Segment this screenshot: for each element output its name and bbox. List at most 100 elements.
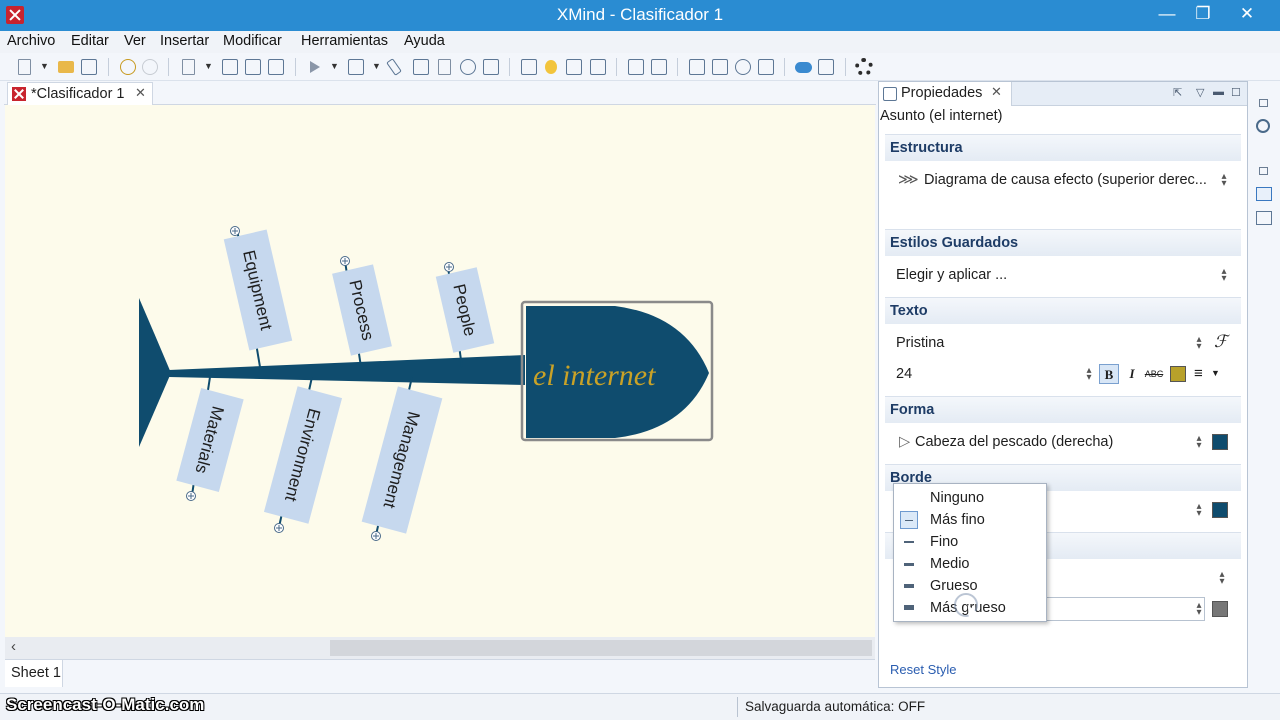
subtopic-icon[interactable] <box>222 59 238 75</box>
saved-style-select[interactable]: Elegir y aplicar ... <box>896 267 1007 283</box>
align-icon[interactable]: ≡ <box>1194 365 1203 382</box>
scroll-left-icon[interactable]: ‹ <box>11 638 16 655</box>
outline-icon[interactable] <box>590 59 606 75</box>
open-folder-icon[interactable] <box>58 61 74 73</box>
panel-maximize-icon[interactable]: ☐ <box>1231 86 1241 99</box>
properties-header: Propiedades ✕ ⇱ ▽ ▬ ☐ <box>879 82 1247 106</box>
parent-topic-icon[interactable] <box>245 59 261 75</box>
relationship-icon[interactable] <box>413 59 429 75</box>
option-ninguno[interactable]: Ninguno <box>894 487 1046 509</box>
menu-ayuda[interactable]: Ayuda <box>404 33 445 49</box>
insert-topic-dropdown-icon[interactable]: ▼ <box>204 61 213 71</box>
option-medio[interactable]: Medio <box>894 553 1046 575</box>
restore-icon[interactable] <box>1259 99 1268 107</box>
menu-editar[interactable]: Editar <box>71 33 109 49</box>
shape-spinner-icon[interactable]: ▴ ▾ <box>1194 434 1204 451</box>
mind-map-canvas[interactable]: Equipment Process People Materials Envir… <box>5 105 875 637</box>
option-fino[interactable]: Fino <box>894 531 1046 553</box>
font-family-select[interactable]: Pristina <box>896 335 944 351</box>
strikethrough-button[interactable]: ABC <box>1144 364 1164 384</box>
menu-insertar[interactable]: Insertar <box>160 33 209 49</box>
share-icon[interactable] <box>818 59 834 75</box>
pin-icon[interactable]: ⇱ <box>1173 86 1182 99</box>
line-width-field[interactable] <box>1039 597 1205 621</box>
panel-minimize-icon[interactable]: ▬ <box>1213 86 1224 98</box>
section-forma[interactable]: Forma <box>885 396 1241 423</box>
view-menu-icon[interactable]: ▽ <box>1196 86 1204 99</box>
new-file-icon[interactable] <box>18 59 31 75</box>
reset-style-link[interactable]: Reset Style <box>890 662 956 677</box>
close-button[interactable]: ✕ <box>1226 0 1268 31</box>
outline-view-icon[interactable] <box>1256 211 1272 225</box>
watermark: Screencast-O-Matic.com <box>6 695 205 714</box>
structure-spinner-icon[interactable]: ▴ ▾ <box>1219 172 1229 189</box>
text-color-swatch[interactable] <box>1170 366 1186 382</box>
menu-ver[interactable]: Ver <box>124 33 146 49</box>
shape-type-icon: ▷ <box>899 434 911 450</box>
font-size-spinner-icon[interactable]: ▴ ▾ <box>1084 366 1094 383</box>
option-mas-fino[interactable]: Más fino <box>894 509 1046 531</box>
image-dropdown-icon[interactable]: ▼ <box>372 61 381 71</box>
section-estilos-guardados[interactable]: Estilos Guardados <box>885 229 1241 256</box>
tab-clasificador[interactable]: *Clasificador 1 ✕ <box>7 82 153 105</box>
align-dropdown-icon[interactable]: ▼ <box>1211 368 1220 378</box>
line-width-spinner-icon[interactable]: ▴ ▾ <box>1194 601 1204 618</box>
section-texto[interactable]: Texto <box>885 297 1241 324</box>
tab-close-icon[interactable]: ✕ <box>135 85 146 101</box>
menu-modificar[interactable]: Modificar <box>223 33 282 49</box>
line-width-icon <box>900 533 918 551</box>
new-dropdown-icon[interactable]: ▼ <box>40 61 49 71</box>
zoom-fit-icon[interactable] <box>758 59 774 75</box>
section-forma-title: Forma <box>890 402 935 418</box>
font-family-spinner-icon[interactable]: ▴ ▾ <box>1194 335 1204 352</box>
fish-tail <box>139 298 171 447</box>
drill-up-icon[interactable] <box>651 59 667 75</box>
menu-herramientas[interactable]: Herramientas <box>301 33 388 49</box>
sheet-tab-1[interactable]: Sheet 1 <box>5 660 63 687</box>
floating-topic-icon[interactable] <box>268 59 284 75</box>
saved-style-spinner-icon[interactable]: ▴ ▾ <box>1219 267 1229 284</box>
structure-select[interactable]: Diagrama de causa efecto (superior derec… <box>924 172 1207 188</box>
restore-icon-2[interactable] <box>1259 167 1268 175</box>
redo-icon[interactable] <box>142 59 158 75</box>
scroll-thumb[interactable] <box>330 640 872 656</box>
gear-icon[interactable] <box>855 58 873 76</box>
presentation-dropdown-icon[interactable]: ▼ <box>330 61 339 71</box>
insert-topic-icon[interactable] <box>182 59 195 75</box>
calendar-icon[interactable] <box>712 59 728 75</box>
line-width-icon <box>900 577 918 595</box>
border-color-swatch[interactable] <box>1212 502 1228 518</box>
summary-icon[interactable] <box>566 59 582 75</box>
border-spinner-icon[interactable]: ▴ ▾ <box>1194 502 1204 519</box>
font-dialog-icon[interactable]: ℱ <box>1214 332 1227 352</box>
drill-down-icon[interactable] <box>628 59 644 75</box>
maximize-button[interactable]: ❐ <box>1182 0 1224 31</box>
save-icon[interactable] <box>81 59 97 75</box>
italic-button[interactable]: I <box>1122 364 1142 384</box>
line-spinner-icon[interactable]: ▴ ▾ <box>1217 570 1227 587</box>
shape-select[interactable]: Cabeza del pescado (derecha) <box>915 434 1113 450</box>
hyperlink-icon[interactable] <box>460 59 476 75</box>
canvas-horizontal-scrollbar[interactable]: ‹ <box>5 637 875 659</box>
image-icon[interactable] <box>348 59 364 75</box>
upload-cloud-icon[interactable] <box>795 62 812 73</box>
menu-archivo[interactable]: Archivo <box>7 33 55 49</box>
font-size-select[interactable]: 24 <box>896 366 912 382</box>
note-icon[interactable] <box>438 59 451 75</box>
gantt-icon[interactable] <box>689 59 705 75</box>
label-icon[interactable] <box>483 59 499 75</box>
properties-view-icon[interactable] <box>1256 187 1272 201</box>
shape-color-swatch[interactable] <box>1212 434 1228 450</box>
boundary-icon[interactable] <box>521 59 537 75</box>
section-estructura[interactable]: Estructura <box>885 134 1241 161</box>
tab-propiedades[interactable]: Propiedades ✕ <box>879 82 1012 106</box>
clock-icon[interactable] <box>735 59 751 75</box>
search-icon[interactable] <box>1256 119 1270 133</box>
properties-close-icon[interactable]: ✕ <box>991 84 1002 100</box>
idea-bulb-icon[interactable] <box>545 60 557 74</box>
undo-icon[interactable] <box>120 59 136 75</box>
attachment-icon[interactable] <box>386 58 402 76</box>
bold-button[interactable]: B <box>1099 364 1119 384</box>
line-color-swatch[interactable] <box>1212 601 1228 617</box>
presentation-icon[interactable] <box>310 61 320 73</box>
